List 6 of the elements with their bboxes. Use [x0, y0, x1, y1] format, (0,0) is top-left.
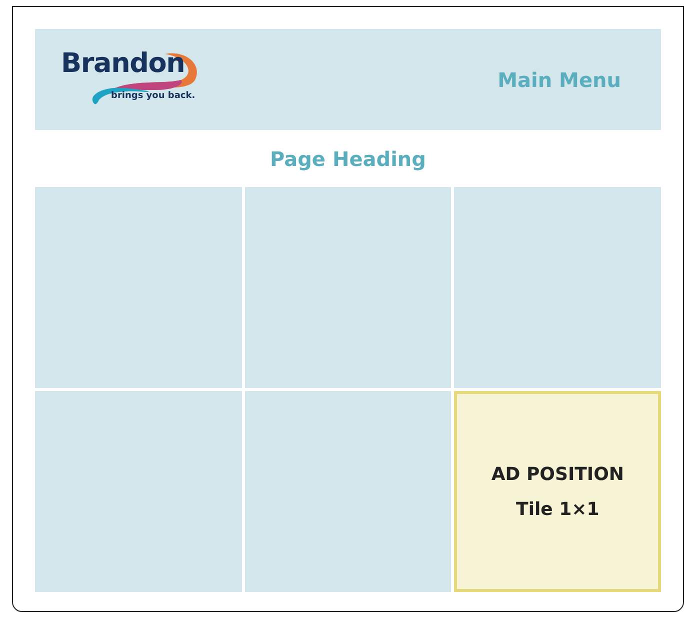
logo-wordmark: Brandon — [61, 50, 185, 76]
logo-tagline: brings you back. — [111, 90, 196, 102]
page-heading: Page Heading — [270, 146, 426, 172]
ad-subtitle: Tile 1×1 — [516, 498, 600, 522]
logo[interactable]: Brandon brings you back. — [61, 50, 201, 110]
ad-title: AD POSITION — [491, 462, 624, 486]
